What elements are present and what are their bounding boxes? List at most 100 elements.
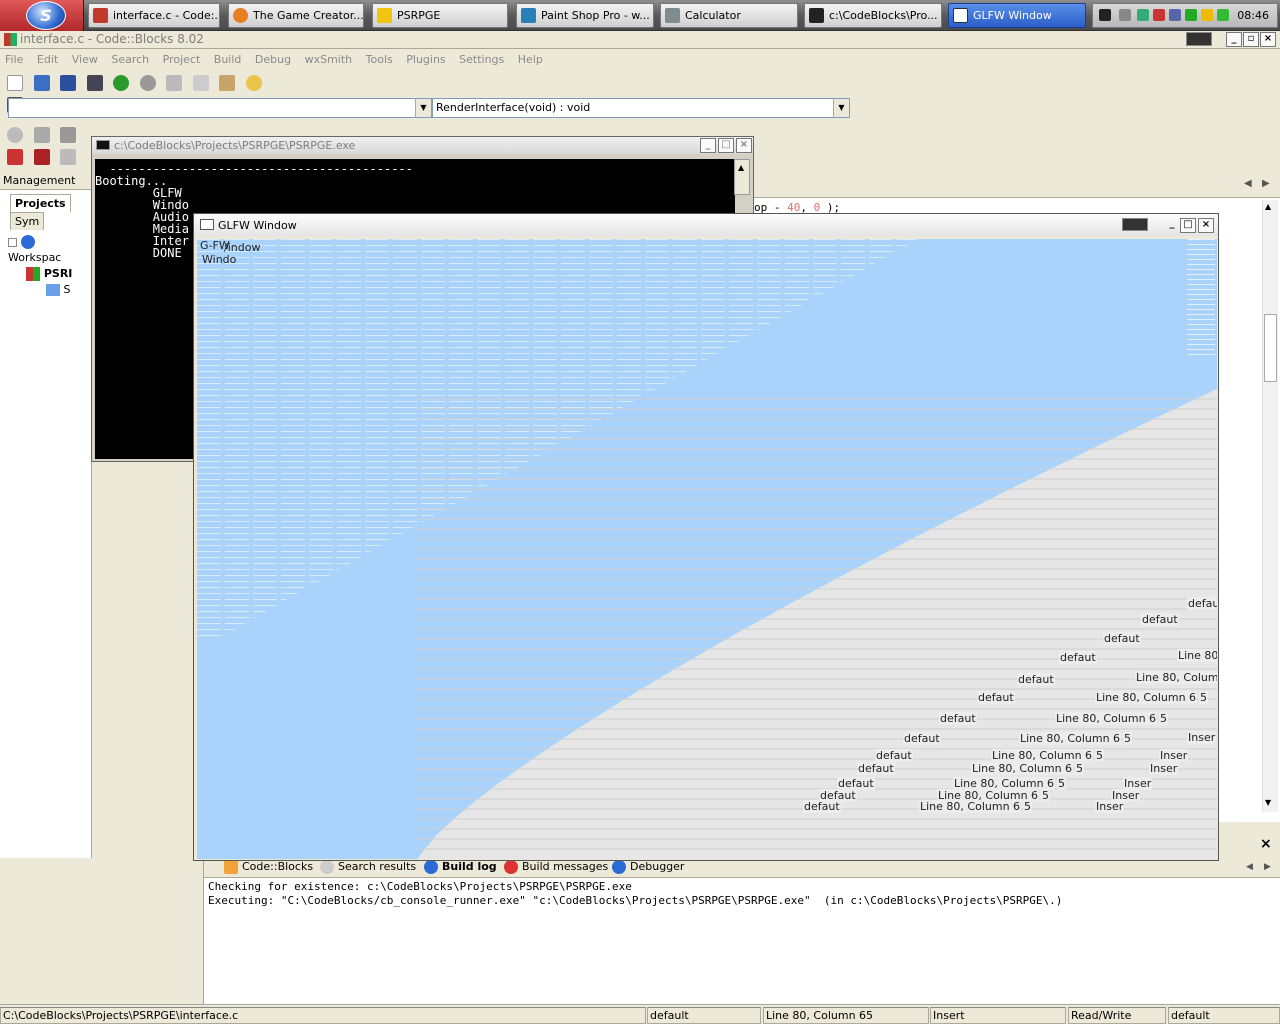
menu-project[interactable]: Project	[158, 52, 206, 67]
tree-item-sources[interactable]: S	[8, 282, 91, 298]
taskbar-item-firefox[interactable]: The Game Creator...	[228, 3, 364, 28]
logs-close-icon[interactable]: ×	[1260, 836, 1272, 852]
safely-remove-icon[interactable]	[1217, 9, 1229, 21]
glfw-minimize-button[interactable]: _	[1164, 218, 1180, 233]
menu-edit[interactable]: Edit	[32, 52, 63, 67]
help-icon[interactable]	[1099, 9, 1111, 21]
menu-search[interactable]: Search	[106, 52, 154, 67]
scroll-up-icon[interactable]: ▲	[1265, 202, 1271, 211]
tab-search-results[interactable]: Search results	[320, 860, 416, 874]
editor-tabs: ◀ ▶	[750, 172, 1280, 198]
find-icon	[245, 75, 262, 91]
scope-combo[interactable]: ▼	[8, 98, 432, 118]
tree-item-project[interactable]: PSRI	[8, 266, 91, 282]
console-titlebar[interactable]: c:\CodeBlocks\Projects\PSRPGE\PSRPGE.exe…	[92, 137, 753, 154]
menu-wxsmith[interactable]: wxSmith	[300, 52, 358, 67]
gear-icon	[424, 860, 438, 874]
build-log-text[interactable]: Checking for existence: c:\CodeBlocks\Pr…	[208, 880, 1062, 908]
ghost-col-text: 5	[1199, 691, 1208, 704]
menu-plugins[interactable]: Plugins	[401, 52, 450, 67]
undo-button[interactable]	[110, 72, 132, 94]
scroll-thumb[interactable]	[1264, 314, 1277, 382]
console-minimize-button[interactable]: _	[700, 138, 716, 153]
firefox-icon	[233, 8, 248, 23]
scroll-down-icon[interactable]: ▼	[1265, 798, 1271, 807]
glfw-window[interactable]: GLFW Window _ □ × G-FW /indow Windo defa…	[193, 213, 1219, 861]
save-button[interactable]	[57, 72, 79, 94]
volume-icon[interactable]	[1169, 9, 1181, 21]
console-line: GLFW	[95, 186, 182, 200]
antivirus-icon[interactable]	[1153, 9, 1165, 21]
chevron-down-icon[interactable]: ▼	[415, 99, 431, 117]
debug-button[interactable]	[4, 146, 26, 168]
tab-scroll-left-icon[interactable]: ◀	[1246, 862, 1253, 872]
taskbar-item-console[interactable]: c:\CodeBlocks\Pro...	[804, 3, 942, 28]
tab-symbols[interactable]: Sym	[10, 212, 45, 230]
next-line-button[interactable]	[57, 146, 79, 168]
chevron-down-icon[interactable]: ▼	[833, 99, 849, 117]
glfw-render-canvas[interactable]: G-FW /indow Windo defautdefautdefautdefa…	[197, 239, 1217, 859]
tab-scroll-right-icon[interactable]: ▶	[1262, 178, 1270, 189]
start-button[interactable]: S	[0, 0, 84, 31]
menu-debug[interactable]: Debug	[250, 52, 296, 67]
new-file-button[interactable]	[4, 72, 26, 94]
menu-help[interactable]: Help	[513, 52, 548, 67]
tab-scroll-right-icon[interactable]: ▶	[1264, 862, 1271, 872]
run-button[interactable]	[31, 124, 53, 146]
tree-item-workspace[interactable]: Workspac	[8, 234, 91, 266]
tab-build-log[interactable]: Build log	[424, 860, 497, 874]
build-button[interactable]	[4, 124, 26, 146]
cut-button[interactable]	[163, 72, 185, 94]
menu-build[interactable]: Build	[209, 52, 247, 67]
taskbar-item-calculator[interactable]: Calculator	[660, 3, 798, 28]
minimize-button[interactable]: _	[1226, 32, 1242, 47]
signal-icon[interactable]	[1185, 9, 1197, 21]
function-combo[interactable]: RenderInterface(void) : void ▼	[432, 98, 850, 118]
ghost-line-text: Line 80, Column 6	[1135, 671, 1217, 684]
scroll-up-icon[interactable]: ▲	[735, 163, 744, 172]
glfw-maximize-button[interactable]: □	[1180, 218, 1196, 233]
expander-icon[interactable]	[8, 237, 17, 247]
close-button[interactable]: ×	[1260, 32, 1276, 47]
nvidia-icon[interactable]	[1186, 32, 1212, 46]
menu-tools[interactable]: Tools	[361, 52, 398, 67]
tab-build-messages[interactable]: Build messages	[504, 860, 608, 874]
taskbar-item-psrpge-folder[interactable]: PSRPGE	[372, 3, 508, 28]
console-maximize-button[interactable]: □	[718, 138, 734, 153]
build-icon	[7, 127, 23, 143]
taskbar-item-paintshop[interactable]: Paint Shop Pro - w...	[516, 3, 654, 28]
chevron-left-icon[interactable]	[1119, 9, 1131, 21]
open-button[interactable]	[31, 72, 53, 94]
paste-button[interactable]	[216, 72, 238, 94]
tree-label: PSRI	[43, 267, 73, 280]
warning-icon[interactable]	[1201, 9, 1213, 21]
taskbar-item-codeblocks[interactable]: interface.c - Code:...	[88, 3, 220, 28]
status-highlight: default	[1168, 1007, 1280, 1024]
tab-codeblocks-log[interactable]: Code::Blocks	[224, 860, 313, 874]
build-run-icon	[60, 127, 76, 143]
restore-button[interactable]: ▫	[1243, 32, 1259, 47]
console-scrollbar[interactable]: ▲	[734, 159, 750, 195]
glfw-close-button[interactable]: ×	[1198, 218, 1214, 233]
copy-button[interactable]	[190, 72, 212, 94]
save-all-button[interactable]	[84, 72, 106, 94]
menu-settings[interactable]: Settings	[454, 52, 509, 67]
run-to-cursor-button[interactable]	[31, 146, 53, 168]
menu-file[interactable]: File	[0, 52, 28, 67]
debugger-icon	[612, 860, 626, 874]
console-close-button[interactable]: ×	[736, 138, 752, 153]
network-icon[interactable]	[1137, 9, 1149, 21]
tab-projects[interactable]: Projects	[10, 194, 71, 212]
editor-scrollbar[interactable]: ▲ ▼	[1262, 200, 1278, 812]
find-button[interactable]	[243, 72, 265, 94]
glfw-titlebar[interactable]: GLFW Window _ □ ×	[194, 214, 1218, 236]
tab-debugger[interactable]: Debugger	[612, 860, 684, 874]
menu-view[interactable]: View	[67, 52, 103, 67]
nvidia-icon[interactable]	[1122, 218, 1148, 231]
folder-icon	[377, 8, 392, 23]
taskbar-item-glfw[interactable]: GLFW Window	[948, 3, 1086, 28]
redo-button[interactable]	[137, 72, 159, 94]
build-run-button[interactable]	[57, 124, 79, 146]
tab-scroll-left-icon[interactable]: ◀	[1244, 178, 1252, 189]
ghost-col-text: 5	[1095, 749, 1104, 762]
